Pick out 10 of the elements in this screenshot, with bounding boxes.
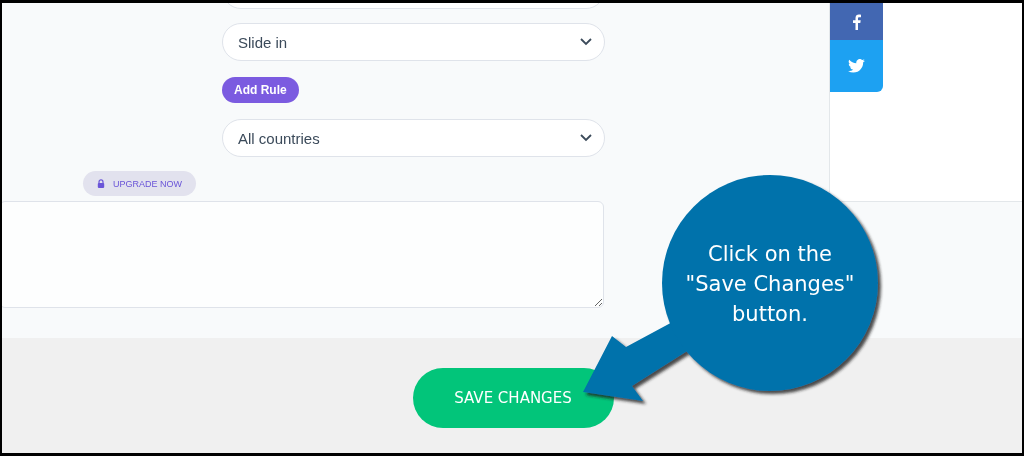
chevron-down-icon: [580, 38, 592, 46]
callout-text: Click on the "Save Changes" button.: [684, 241, 856, 328]
add-rule-button[interactable]: Add Rule: [222, 77, 299, 103]
facebook-icon[interactable]: [852, 13, 861, 30]
chevron-down-icon: [580, 134, 592, 142]
upgrade-now-button[interactable]: UPGRADE NOW: [83, 171, 196, 196]
twitter-bird-icon[interactable]: [848, 59, 865, 73]
animation-select[interactable]: Slide in: [222, 23, 605, 61]
lock-icon: [97, 179, 105, 188]
country-select[interactable]: All countries: [222, 119, 605, 157]
